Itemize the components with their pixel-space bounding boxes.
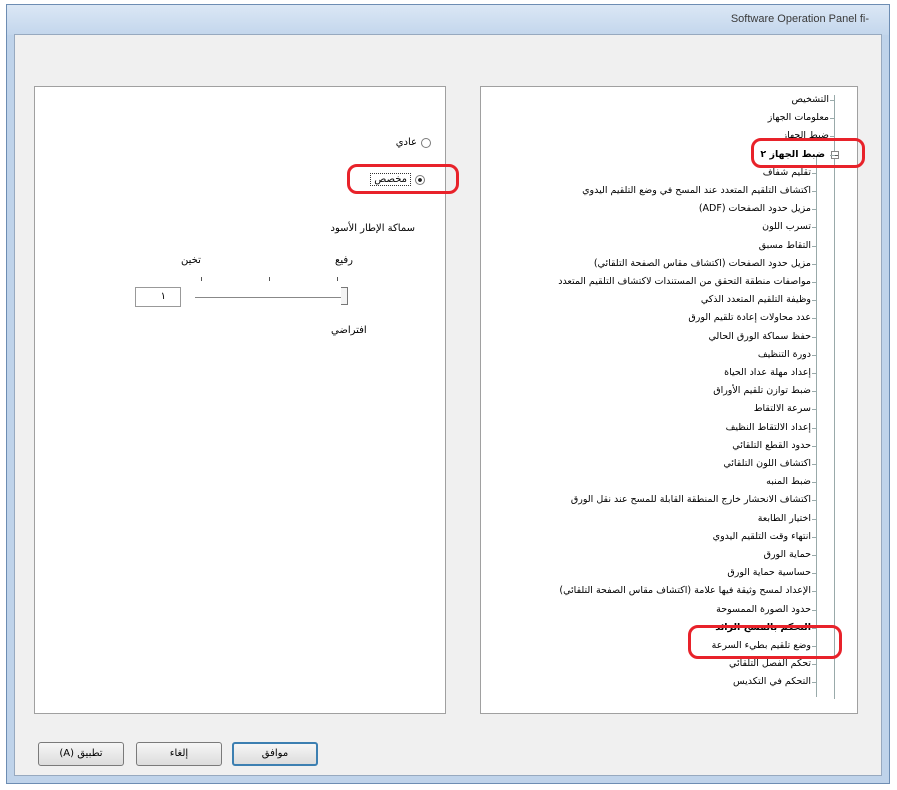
tree-connector	[812, 573, 817, 575]
tree-connector	[812, 427, 817, 429]
tree-item[interactable]: مواصفات منطقة التحقق من المستندات لاكتشا…	[558, 275, 811, 289]
tree-item[interactable]: حساسية حماية الورق	[727, 566, 811, 580]
ok-button[interactable]: موافق	[232, 742, 318, 766]
tree-connector	[812, 282, 817, 283]
tree-item[interactable]: الإعداد لمسح وثيقة فيها علامة (اكتشاف مق…	[559, 584, 811, 598]
settings-tree-panel[interactable]: − التشخيص معلومات الجهاز ضبط الجهاز ضبط الج…	[480, 86, 858, 714]
tree-connector	[812, 409, 817, 411]
tree-item[interactable]: دورة التنظيف	[758, 348, 811, 362]
tree-item[interactable]: معلومات الجهاز	[768, 111, 829, 125]
tree-connector	[812, 536, 817, 538]
tree-connector	[812, 464, 817, 465]
tree-connector	[812, 336, 817, 338]
tree-item[interactable]: إعداد مهلة عداد الحياة	[724, 366, 811, 380]
tree-item[interactable]: عدد محاولات إعادة تلقيم الورق	[688, 311, 811, 325]
window-title: Software Operation Panel fi-	[730, 13, 869, 25]
tree-connector	[812, 227, 817, 229]
tree-item[interactable]: إعداد الالتقاط النظيف	[726, 421, 811, 435]
tree-item[interactable]: مزيل حدود الصفحات (اكتشاف مقاس الصفحة ال…	[594, 257, 811, 271]
radio-normal-row[interactable]: عادي	[396, 137, 431, 148]
tree-item[interactable]: تسرب اللون	[762, 220, 811, 234]
tree-connector	[812, 245, 817, 247]
thickness-slider-track[interactable]	[195, 297, 345, 299]
tree-item[interactable]: التشخيص	[791, 93, 829, 107]
tree-connector	[812, 373, 817, 374]
tree-connector	[834, 95, 835, 699]
tree-item[interactable]: التحكم في التكديس	[733, 675, 811, 689]
tree-connector	[812, 500, 817, 502]
tree-item[interactable]: اكتشاف التلقيم المتعدد عند المسح في وضع …	[582, 184, 811, 198]
tree-item[interactable]: ضبط المنبه	[766, 475, 811, 489]
cancel-button[interactable]: إلغاء	[136, 742, 222, 766]
tree-item[interactable]: مزيل حدود الصفحات (ADF)	[699, 202, 811, 216]
tree-item[interactable]: حدود الصورة الممسوحة	[716, 603, 811, 617]
tree-connector	[812, 191, 817, 192]
tree-connector	[812, 518, 817, 520]
tree-connector	[812, 609, 817, 611]
tree-item[interactable]: انتهاء وقت التلقيم اليدوي	[713, 530, 811, 544]
tree-connector	[830, 100, 835, 101]
radio-normal[interactable]	[421, 137, 431, 148]
tree-item[interactable]: حماية الورق	[764, 548, 811, 562]
tree-item[interactable]: حدود القطع التلقائي	[732, 439, 811, 453]
tree-connector	[812, 354, 817, 356]
slider-default-label: افتراضي	[331, 325, 367, 336]
tree-item[interactable]: وظيفة التلقيم المتعدد الذكي	[701, 293, 811, 307]
tree-connector	[812, 682, 817, 684]
tree-connector	[812, 391, 817, 393]
tree-item[interactable]: تحكم الفصل التلقائي	[729, 657, 811, 671]
tree-connector	[812, 664, 817, 666]
slider-thick-label: تخين	[181, 255, 201, 266]
slider-tick	[337, 277, 338, 281]
highlight-overscan-control	[688, 625, 842, 659]
tree-connector	[812, 318, 817, 320]
highlight-custom-radio	[347, 164, 459, 194]
black-border-thickness-title: سماكة الإطار الأسود	[330, 223, 415, 234]
thickness-slider-thumb[interactable]	[341, 287, 348, 305]
tree-item[interactable]: اكتشاف الانحشار خارج المنطقة القابلة للم…	[571, 493, 811, 507]
slider-tick	[269, 277, 270, 281]
tree-connector	[812, 591, 817, 593]
radio-normal-label: عادي	[395, 137, 417, 148]
title-bar[interactable]: Software Operation Panel fi-	[7, 5, 889, 35]
tree-connector	[812, 263, 817, 265]
tree-item[interactable]: ضبط توازن تلقيم الأوراق	[713, 384, 811, 398]
highlight-device-setting-2	[751, 138, 865, 168]
tree-connector	[812, 482, 817, 484]
tree-connector	[830, 118, 835, 120]
tree-connector	[812, 555, 817, 556]
tree-item[interactable]: حفظ سماكة الورق الحالي	[709, 330, 812, 344]
slider-tick	[201, 277, 202, 281]
tree-connector	[812, 300, 817, 302]
slider-thin-label: رفيع	[335, 255, 353, 266]
apply-button[interactable]: تطبيق (A)	[38, 742, 124, 766]
thickness-value-field[interactable]: ١	[135, 287, 181, 307]
tree-connector	[812, 172, 817, 174]
tree-connector	[812, 209, 817, 211]
tree-item[interactable]: سرعة الالتقاط	[754, 402, 811, 416]
tree-item[interactable]: اختيار الطابعة	[758, 512, 811, 526]
tree-item[interactable]: التقاط مسبق	[759, 239, 811, 253]
tree-item[interactable]: اكتشاف اللون التلقائي	[723, 457, 811, 471]
tree-connector	[812, 445, 817, 447]
